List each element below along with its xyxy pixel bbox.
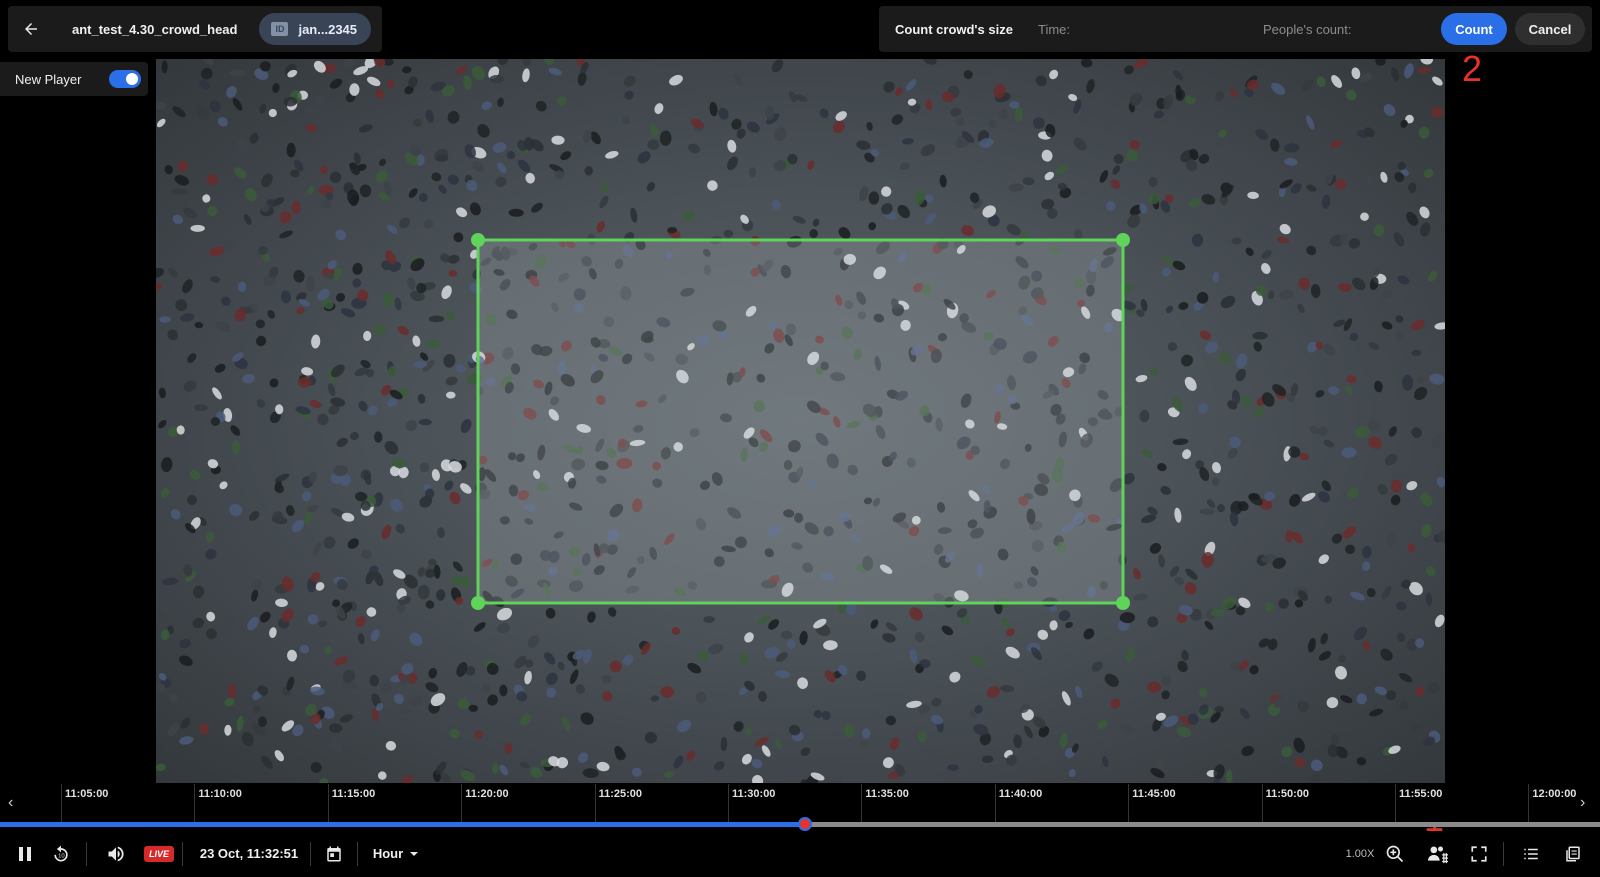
camera-id-chip[interactable]: ID jan...2345: [259, 13, 372, 45]
timeline-tick-label: 11:20:00: [465, 788, 509, 800]
camera-id-label: jan...2345: [298, 21, 358, 37]
divider: [310, 842, 311, 866]
timeline[interactable]: ‹ › 11:05:00 11:10:00 11:15:00 11:20:00 11:2…: [0, 784, 1600, 822]
timeline-tick: [194, 784, 196, 822]
zoom-in-button[interactable]: [1382, 830, 1408, 877]
count-crowd-panel: Count crowd's size Time: People's count:…: [879, 6, 1592, 52]
crowd-count-button[interactable]: [1424, 830, 1452, 877]
new-player-switch-container: New Player: [0, 62, 148, 96]
chevron-right-icon[interactable]: ›: [1580, 794, 1585, 812]
timeline-tick-label: 11:30:00: [732, 788, 776, 800]
live-badge: LIVE: [144, 845, 175, 862]
timeline-tick-label: 11:15:00: [331, 788, 376, 800]
zoom-level: 1.00X: [1340, 830, 1380, 877]
timeline-tick-label: 11:05:00: [65, 788, 109, 800]
copy-icon: [1566, 846, 1580, 861]
replay-10-button[interactable]: 10: [48, 830, 74, 877]
list-button[interactable]: [1518, 830, 1544, 877]
timeline-tick: [594, 784, 596, 822]
timeline-tick: [728, 784, 729, 822]
timeline-tick-label: 11:10:00: [198, 788, 242, 800]
selection-region[interactable]: [156, 59, 1445, 783]
divider: [1503, 842, 1504, 866]
list-icon: [1524, 848, 1538, 859]
camera-name: ant_test_4.30_crowd_head: [72, 21, 238, 37]
divider: [182, 842, 183, 866]
svg-text:10: 10: [58, 853, 65, 859]
timeline-tick: [461, 784, 463, 822]
divider: [357, 842, 358, 866]
timeline-tick-label: 12:00:00: [1532, 788, 1577, 800]
timeline-tick-label: 11:50:00: [1265, 788, 1310, 800]
timeline-tick: [1528, 784, 1530, 822]
range-select[interactable]: Hour: [370, 830, 422, 877]
time-label: Time:: [1038, 21, 1071, 37]
timeline-tick-label: 11:55:00: [1399, 788, 1443, 800]
timeline-tick: [861, 784, 863, 822]
selection-handle-top-right: [1116, 233, 1130, 247]
back-button[interactable]: [8, 6, 54, 52]
timeline-tick: [327, 784, 329, 822]
timeline-tick: [994, 784, 996, 822]
selection-handle-bottom-left: [471, 596, 485, 610]
current-datetime: 23 Oct, 11:32:51: [196, 830, 302, 877]
people-count-label: People's count:: [1263, 21, 1352, 37]
progress-fill: [0, 822, 805, 827]
progress-bar[interactable]: [0, 817, 1600, 831]
toggle-knob: [126, 73, 139, 85]
timeline-tick-label: 11:40:00: [998, 788, 1043, 800]
timeline-tick-label: 11:25:00: [598, 788, 643, 800]
chevron-down-icon: [410, 851, 419, 856]
datetime-label: 23 Oct, 11:32:51: [199, 846, 299, 861]
pause-button[interactable]: [12, 830, 38, 877]
count-button[interactable]: Count: [1441, 13, 1507, 45]
calendar-icon: [327, 846, 341, 861]
timeline-tick: [1128, 784, 1130, 822]
timeline-tick: [61, 784, 62, 822]
zoom-level-label: 1.00X: [1345, 847, 1375, 860]
video-frame[interactable]: [156, 59, 1445, 783]
pause-icon: [19, 846, 31, 861]
cancel-button[interactable]: Cancel: [1515, 13, 1585, 45]
new-player-label: New Player: [15, 71, 82, 87]
volume-button[interactable]: [103, 830, 129, 877]
count-panel-title: Count crowd's size: [895, 21, 1013, 37]
chevron-left-icon[interactable]: ‹: [8, 794, 13, 812]
annotation-marker-2: 2: [1462, 48, 1483, 89]
fullscreen-icon: [1471, 845, 1487, 862]
calendar-button[interactable]: [322, 830, 346, 877]
back-arrow-icon: [25, 23, 37, 35]
selection-handle-bottom-right: [1116, 596, 1130, 610]
progress-handle[interactable]: [797, 817, 812, 831]
id-icon: ID: [271, 22, 289, 36]
fullscreen-button[interactable]: [1466, 830, 1492, 877]
divider: [86, 842, 87, 866]
timeline-tick: [1261, 784, 1263, 822]
replay-10-icon: 10: [54, 845, 68, 861]
timeline-tick-label: 11:35:00: [865, 788, 909, 800]
copy-button[interactable]: [1560, 830, 1586, 877]
crowd-count-icon: [1428, 846, 1448, 863]
selection-handle-top-left: [471, 233, 485, 247]
live-button[interactable]: LIVE: [144, 830, 175, 877]
new-player-toggle[interactable]: [109, 70, 142, 88]
volume-icon: [108, 846, 124, 861]
timeline-tick-label: 11:45:00: [1132, 788, 1176, 800]
timeline-tick: [1395, 784, 1396, 822]
camera-header: ant_test_4.30_crowd_head ID jan...2345: [8, 6, 382, 52]
zoom-in-icon: [1386, 845, 1404, 862]
range-select-value: Hour: [372, 846, 404, 861]
